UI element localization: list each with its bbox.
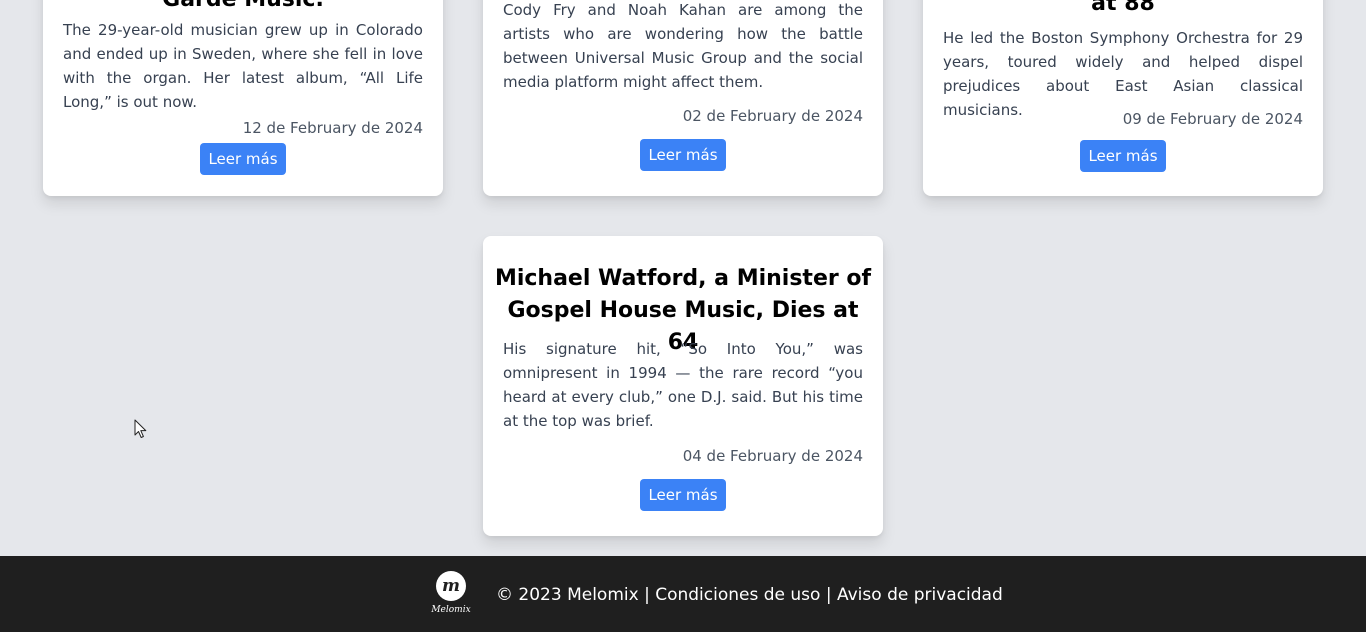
news-card: Cody Fry and Noah Kahan are among the ar… — [483, 0, 883, 196]
logo-wordmark: Melomix — [431, 605, 471, 615]
card-date: 04 de February de 2024 — [682, 447, 863, 465]
news-card: Michael Watford, a Minister of Gospel Ho… — [483, 236, 883, 536]
read-more-button[interactable]: Leer más — [640, 479, 726, 511]
footer-separator: | — [825, 585, 832, 605]
card-date: 12 de February de 2024 — [242, 119, 423, 137]
page: Garde Music. The 29-year-old musician gr… — [0, 0, 1366, 632]
read-more-button[interactable]: Leer más — [1080, 140, 1166, 172]
read-more-button[interactable]: Leer más — [640, 139, 726, 171]
card-actions: Leer más — [43, 143, 443, 175]
terms-link[interactable]: Condiciones de uso — [655, 585, 820, 605]
card-actions: Leer más — [923, 140, 1323, 172]
melomix-logo[interactable]: m Melomix — [429, 571, 473, 621]
card-title: Garde Music. — [43, 0, 443, 15]
card-description: The 29-year-old musician grew up in Colo… — [63, 21, 423, 111]
card-description: Cody Fry and Noah Kahan are among the ar… — [503, 1, 863, 91]
copyright-text: © 2023 Melomix — [496, 585, 639, 605]
card-date: 09 de February de 2024 — [1122, 110, 1303, 128]
card-description: His signature hit, “So Into You,” was om… — [503, 340, 863, 430]
card-actions: Leer más — [483, 139, 883, 171]
card-actions: Leer más — [483, 479, 883, 511]
footer-separator: | — [644, 585, 650, 605]
card-title: at 88 — [1091, 0, 1155, 16]
site-footer: m Melomix © 2023 Melomix | Condiciones d… — [0, 556, 1366, 632]
news-card: Garde Music. The 29-year-old musician gr… — [43, 0, 443, 196]
card-date: 02 de February de 2024 — [682, 107, 863, 125]
read-more-button[interactable]: Leer más — [200, 143, 286, 175]
news-card: at 88 He led the Boston Symphony Orchest… — [923, 0, 1323, 196]
footer-links: © 2023 Melomix | Condiciones de uso | Av… — [496, 584, 1003, 606]
logo-mark: m — [436, 571, 466, 601]
mouse-pointer-icon — [134, 419, 147, 438]
privacy-link[interactable]: Aviso de privacidad — [837, 585, 1003, 605]
